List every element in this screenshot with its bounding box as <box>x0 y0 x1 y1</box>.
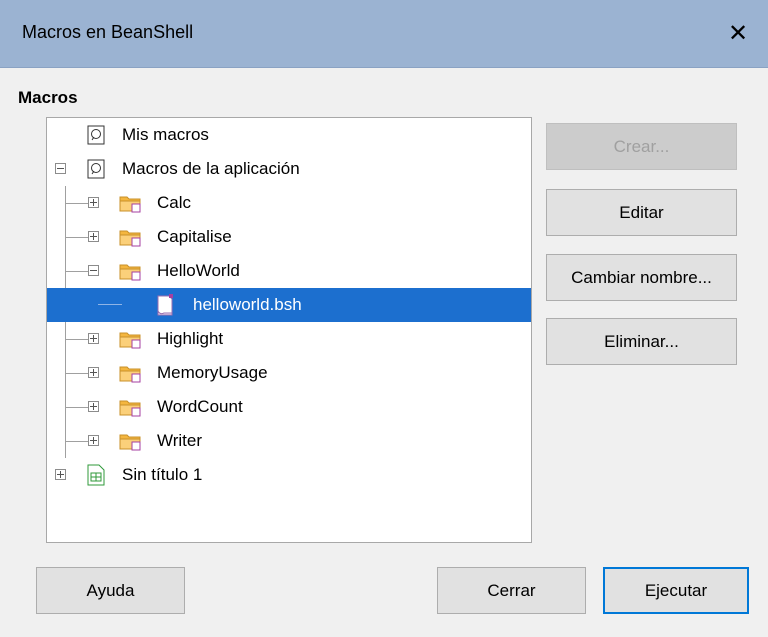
macro-tree[interactable]: Mis macros Macros de la aplicación Calc <box>46 117 532 543</box>
run-button[interactable]: Ejecutar <box>603 567 749 614</box>
spreadsheet-document-icon <box>87 464 105 491</box>
tree-connector-line <box>65 339 89 340</box>
create-button[interactable]: Crear... <box>546 123 737 170</box>
tree-item-label: MemoryUsage <box>157 363 268 382</box>
tree-item-label: Mis macros <box>122 125 209 144</box>
tree-item-sin-titulo[interactable]: Sin título 1 <box>47 458 531 492</box>
tree-item-label: Sin título 1 <box>122 465 203 484</box>
macro-library-icon <box>87 159 105 184</box>
tree-connector-line <box>65 203 89 204</box>
tree-item-mis-macros[interactable]: Mis macros <box>47 118 531 152</box>
folder-icon <box>119 431 143 456</box>
rename-button[interactable]: Cambiar nombre... <box>546 254 737 301</box>
tree-item-label: helloworld.bsh <box>193 295 302 314</box>
title-bar: Macros en BeanShell ✕ <box>0 0 768 68</box>
tree-item-macros-aplicacion[interactable]: Macros de la aplicación <box>47 152 531 186</box>
tree-connector-line <box>65 237 89 238</box>
folder-icon <box>119 397 143 422</box>
tree-connector-line <box>65 441 89 442</box>
folder-icon <box>119 261 143 286</box>
tree-item-label: Capitalise <box>157 227 232 246</box>
tree-item-label: Calc <box>157 193 192 212</box>
folder-icon <box>119 227 143 252</box>
macros-dialog: Macros en BeanShell ✕ Macros Mis macros … <box>0 0 768 637</box>
edit-button[interactable]: Editar <box>546 189 737 236</box>
expand-icon[interactable] <box>88 435 99 446</box>
collapse-icon[interactable] <box>55 163 66 174</box>
expand-icon[interactable] <box>55 469 66 480</box>
tree-item-helloworld[interactable]: HelloWorld <box>47 254 531 288</box>
tree-item-writer[interactable]: Writer <box>47 424 531 458</box>
folder-icon <box>119 329 143 354</box>
tree-connector-line <box>98 304 122 305</box>
expand-icon[interactable] <box>88 401 99 412</box>
tree-item-memoryusage[interactable]: MemoryUsage <box>47 356 531 390</box>
expand-icon[interactable] <box>88 333 99 344</box>
script-file-icon <box>155 293 175 322</box>
folder-icon <box>119 363 143 388</box>
tree-item-label: Highlight <box>157 329 224 348</box>
help-button[interactable]: Ayuda <box>36 567 185 614</box>
expand-icon[interactable] <box>88 197 99 208</box>
macros-section-label: Macros <box>18 88 78 107</box>
folder-icon <box>119 193 143 218</box>
tree-item-capitalise[interactable]: Capitalise <box>47 220 531 254</box>
tree-item-highlight[interactable]: Highlight <box>47 322 531 356</box>
tree-item-label: HelloWorld <box>157 261 240 280</box>
collapse-icon[interactable] <box>88 265 99 276</box>
close-icon[interactable]: ✕ <box>708 0 768 67</box>
tree-item-helloworld-bsh[interactable]: helloworld.bsh <box>47 288 531 322</box>
macro-library-icon <box>87 125 105 150</box>
tree-item-calc[interactable]: Calc <box>47 186 531 220</box>
tree-item-wordcount[interactable]: WordCount <box>47 390 531 424</box>
tree-connector-line <box>65 407 89 408</box>
tree-connector-line <box>65 373 89 374</box>
tree-item-label: Writer <box>157 431 203 450</box>
close-button[interactable]: Cerrar <box>437 567 586 614</box>
tree-item-label: Macros de la aplicación <box>122 159 300 178</box>
dialog-title: Macros en BeanShell <box>22 22 194 42</box>
expand-icon[interactable] <box>88 367 99 378</box>
tree-connector-line <box>65 271 89 272</box>
expand-icon[interactable] <box>88 231 99 242</box>
delete-button[interactable]: Eliminar... <box>546 318 737 365</box>
tree-item-label: WordCount <box>157 397 243 416</box>
